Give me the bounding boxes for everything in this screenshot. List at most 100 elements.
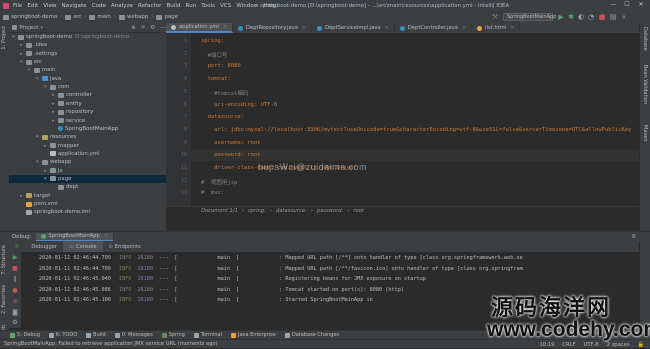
caret-position[interactable]: 10:19: [539, 342, 554, 348]
bean-validation-tool-button[interactable]: Bean Validation: [642, 65, 648, 104]
tab-console[interactable]: ▭ Console: [63, 241, 103, 252]
coverage-icon[interactable]: ◐: [577, 13, 585, 21]
bottom-tab-spring[interactable]: Spring: [161, 332, 185, 338]
tree-item-springboot-demo[interactable]: ▾ springboot-demo D:\springboot-demo: [12, 33, 129, 41]
code-editor[interactable]: 1 2 3 4 5 6 7 8 9 10 11 12 13 spring: #端口号 port: 808…: [166, 33, 639, 206]
editor-breadcrumb-datasource[interactable]: datasource:: [276, 208, 307, 214]
tab-endpoints[interactable]: ⊙ Endpoints: [103, 241, 147, 252]
camera-icon[interactable]: ◙: [11, 309, 19, 317]
indent-setting[interactable]: 2 spaces: [607, 342, 630, 348]
tree-item-webapp[interactable]: ▾ webapp: [36, 158, 71, 166]
bottom-tab-6-todo[interactable]: 6: TODO: [48, 332, 77, 338]
tree-item-springboot-demo-iml[interactable]: springboot-demo.iml: [20, 208, 90, 216]
breadcrumb-item-page[interactable]: page: [164, 14, 177, 20]
bottom-tab-database-changes[interactable]: Database Changes: [284, 332, 339, 338]
tab-debugger[interactable]: Debugger: [25, 241, 63, 252]
code-line[interactable]: #端口号: [201, 51, 228, 59]
lock-icon[interactable]: 🔓: [638, 342, 644, 348]
tree-item--settings[interactable]: ▸ .settings: [20, 50, 57, 58]
run-configuration-select[interactable]: SpringBootMainApp ▾: [503, 13, 561, 21]
profile-icon[interactable]: ◔: [587, 13, 595, 21]
menu-item-navigate[interactable]: Navigate: [62, 3, 87, 9]
line-separator[interactable]: CRLF: [562, 342, 575, 348]
code-line[interactable]: url: jdbc:mysql://localhost:3306/mytest?…: [201, 127, 631, 133]
rerun-icon[interactable]: ↻: [9, 241, 25, 252]
gear-icon[interactable]: ⚙: [150, 25, 155, 31]
editor-tab-application-yml[interactable]: application.yml ×: [166, 23, 234, 33]
maximize-button[interactable]: ☐: [620, 1, 634, 8]
code-line[interactable]: uri-encoding: UTF-8: [201, 102, 277, 108]
code-line[interactable]: #tomcat编码: [201, 89, 248, 97]
editor-breadcrumb-value[interactable]: root: [353, 208, 364, 214]
menu-item-edit[interactable]: Edit: [27, 3, 38, 9]
tree-item--idea[interactable]: ▸ .idea: [20, 41, 47, 49]
tree-item-mapper[interactable]: ▸ mapper: [44, 142, 79, 150]
breadcrumb-item-src[interactable]: src: [73, 14, 81, 20]
tree-item-src[interactable]: ▾ src: [20, 58, 42, 66]
database-tool-button[interactable]: Database: [642, 27, 648, 51]
structure-tool-button[interactable]: 7: Structure: [1, 245, 7, 275]
close-icon[interactable]: ×: [385, 25, 389, 31]
project-structure-icon[interactable]: ▤: [609, 13, 617, 21]
menu-item-run[interactable]: Run: [185, 3, 196, 9]
bottom-tab-java-enterprise[interactable]: Java Enterprise: [230, 332, 276, 338]
breadcrumb-item-main[interactable]: main: [97, 14, 110, 20]
gear-icon[interactable]: ⚙: [631, 234, 636, 240]
mute-breakpoints-icon[interactable]: ⊘: [11, 298, 19, 306]
breadcrumb-item-webapp[interactable]: webapp: [127, 14, 148, 20]
file-encoding[interactable]: UTF-8: [584, 342, 599, 348]
bottom-tab-build[interactable]: Build: [86, 332, 106, 338]
code-line[interactable]: datasource:: [201, 114, 244, 120]
project-tool-button[interactable]: 1: Project: [1, 26, 7, 50]
code-line[interactable]: tomcat:: [201, 76, 231, 82]
tree-item-main[interactable]: ▾ main: [28, 66, 55, 74]
menu-item-analyze[interactable]: Analyze: [111, 3, 133, 9]
status-message[interactable]: SpringBootMainApp: Failed to retrieve ap…: [4, 341, 218, 347]
editor-tab-list-html[interactable]: list.html ×: [472, 23, 521, 33]
code-line[interactable]: # mvc:: [201, 190, 224, 196]
stop-icon[interactable]: ■: [598, 13, 606, 21]
code-line[interactable]: spring:: [201, 38, 224, 44]
close-icon[interactable]: ×: [223, 24, 227, 30]
menu-item-file[interactable]: File: [13, 3, 22, 9]
tree-item-controller[interactable]: ▸ controller: [52, 91, 92, 99]
bottom-tab-0-messages[interactable]: 0: Messages: [114, 332, 153, 338]
menu-item-refactor[interactable]: Refactor: [138, 3, 161, 9]
editor-tab-deptcontroller-java[interactable]: DeptController.java ×: [395, 23, 473, 33]
locate-icon[interactable]: ⊕: [131, 25, 136, 31]
editor-tab-deptserviceimpl-java[interactable]: DeptServiceImpl.java ×: [312, 23, 395, 33]
tree-item-dept[interactable]: dept: [52, 183, 78, 191]
favorites-tool-button[interactable]: 2: Favorites: [1, 285, 7, 314]
tree-item-pom-xml[interactable]: pom.xml: [20, 200, 58, 208]
menu-item-view[interactable]: View: [43, 3, 56, 9]
run-icon[interactable]: ▶: [557, 13, 565, 21]
menu-item-tools[interactable]: Tools: [201, 3, 215, 9]
tree-item-service[interactable]: ▸ service: [52, 117, 85, 125]
editor-breadcrumb-password[interactable]: password:: [317, 208, 343, 214]
tree-item-com[interactable]: ▾ com: [44, 83, 70, 91]
tree-item-java[interactable]: ▾ java: [36, 75, 61, 83]
editor-breadcrumb-spring[interactable]: spring:: [248, 208, 266, 214]
bottom-tab-terminal[interactable]: Terminal: [193, 332, 222, 338]
search-everywhere-icon[interactable]: ⌕: [620, 13, 628, 21]
breakpoints-icon[interactable]: ●: [11, 287, 19, 295]
bottom-tab-5-debug[interactable]: 5: Debug: [10, 332, 40, 338]
editor-breadcrumb-document[interactable]: Document 1/1: [201, 208, 238, 214]
tree-item-repository[interactable]: ▸ repository: [52, 108, 93, 116]
close-icon[interactable]: ×: [510, 25, 514, 31]
tree-item-application-yml[interactable]: application.yml: [44, 150, 99, 158]
close-icon[interactable]: ×: [104, 233, 108, 239]
tree-item-target[interactable]: ▸ target: [20, 192, 50, 200]
maven-tool-button[interactable]: Maven: [642, 125, 648, 142]
collapse-icon[interactable]: ≑: [141, 25, 146, 31]
project-panel-title[interactable]: Project: [19, 25, 38, 31]
pause-icon[interactable]: ‖: [11, 276, 19, 284]
tree-item-page[interactable]: ▾ page: [44, 175, 71, 183]
code-line[interactable]: username: root: [201, 140, 260, 146]
close-icon[interactable]: ×: [302, 25, 306, 31]
settings-icon[interactable]: ⚙: [11, 319, 19, 327]
editor-tab-deptrepository-java[interactable]: DeptRepository.java ×: [233, 23, 313, 33]
tree-item-resources[interactable]: ▾ resources: [36, 133, 76, 141]
chevron-down-icon[interactable]: ▾: [41, 25, 44, 31]
menu-item-vcs[interactable]: VCS: [220, 3, 231, 9]
